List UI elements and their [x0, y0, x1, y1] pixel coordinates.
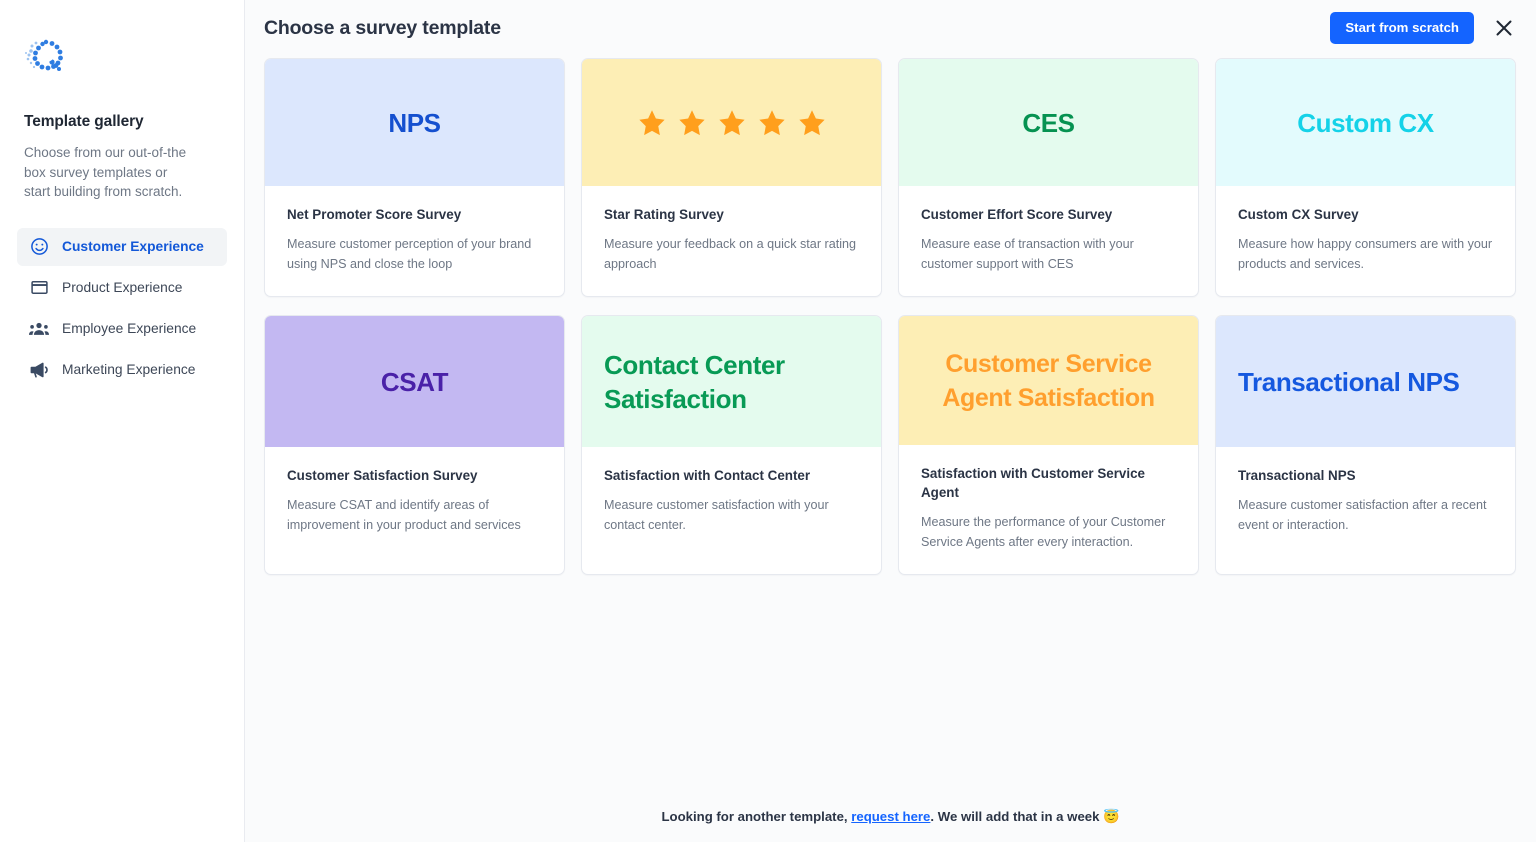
card-body: Net Promoter Score Survey Measure custom… — [265, 186, 564, 296]
halo-emoji: 😇 — [1103, 809, 1120, 824]
card-body: Customer Satisfaction Survey Measure CSA… — [265, 447, 564, 574]
footer-tail-text: . We will add that in a week — [930, 809, 1104, 824]
star-icon — [758, 109, 785, 135]
page-title: Choose a survey template — [264, 16, 501, 39]
smiley-face-icon — [29, 237, 49, 257]
template-card-csat[interactable]: CSAT Customer Satisfaction Survey Measur… — [264, 315, 565, 575]
card-body: Satisfaction with Customer Service Agent… — [899, 445, 1198, 574]
card-banner-text: CES — [1022, 107, 1075, 138]
qualtrics-q-logo — [22, 33, 68, 79]
card-body: Satisfaction with Contact Center Measure… — [582, 447, 881, 574]
sidebar-item-product-experience[interactable]: Product Experience — [17, 269, 227, 307]
star-icon — [798, 109, 825, 135]
card-description: Measure customer perception of your bran… — [287, 237, 532, 271]
card-banner-text: Customer Service Agent Satisfaction — [942, 349, 1155, 412]
template-card-ces[interactable]: CES Customer Effort Score Survey Measure… — [898, 58, 1199, 297]
template-card-transactional-nps[interactable]: Transactional NPS Transactional NPS Meas… — [1215, 315, 1516, 575]
topbar-actions: Start from scratch — [1330, 11, 1518, 45]
card-title: Satisfaction with Customer Service Agent — [921, 466, 1145, 500]
star-icon — [718, 109, 745, 135]
sidebar-item-label: Product Experience — [62, 280, 183, 295]
template-card-customer-service-agent-satisfaction[interactable]: Customer Service Agent Satisfaction Sati… — [898, 315, 1199, 575]
card-banner-text: NPS — [388, 107, 441, 138]
card-title: Star Rating Survey — [604, 207, 724, 222]
card-banner: CSAT — [265, 316, 564, 447]
card-banner: Transactional NPS — [1216, 316, 1515, 447]
sidebar: Template gallery Choose from our out-of-… — [0, 0, 245, 842]
template-card-contact-center-satisfaction[interactable]: Contact Center Satisfaction Satisfaction… — [581, 315, 882, 575]
card-description: Measure how happy consumers are with you… — [1238, 237, 1493, 271]
sidebar-item-marketing-experience[interactable]: Marketing Experience — [17, 351, 227, 389]
card-banner: NPS — [265, 59, 564, 186]
card-banner: Customer Service Agent Satisfaction — [899, 316, 1198, 445]
template-card-star-rating[interactable]: Star Rating Survey Measure your feedback… — [581, 58, 882, 297]
template-gallery-subtitle: Choose from our out-of-the box survey te… — [24, 145, 187, 199]
sidebar-item-label: Marketing Experience — [62, 362, 196, 377]
card-title: Customer Effort Score Survey — [921, 207, 1113, 222]
card-description: Measure your feedback on a quick star ra… — [604, 237, 857, 271]
template-grid-row-1: NPS Net Promoter Score Survey Measure cu… — [245, 56, 1536, 297]
footer-lead-text: Looking for another template, — [661, 809, 852, 824]
card-description: Measure customer satisfaction after a re… — [1238, 498, 1487, 532]
card-banner-text: CSAT — [380, 366, 449, 397]
close-icon[interactable] — [1490, 14, 1518, 42]
card-description: Measure ease of transaction with your cu… — [921, 237, 1134, 271]
card-banner: Contact Center Satisfaction — [582, 316, 881, 447]
template-card-nps[interactable]: NPS Net Promoter Score Survey Measure cu… — [264, 58, 565, 297]
card-body: Custom CX Survey Measure how happy consu… — [1216, 186, 1515, 296]
card-body: Customer Effort Score Survey Measure eas… — [899, 186, 1198, 296]
card-title: Customer Satisfaction Survey — [287, 468, 478, 483]
card-banner — [582, 59, 881, 186]
card-description: Measure CSAT and identify areas of impro… — [287, 498, 521, 532]
card-banner: Custom CX — [1216, 59, 1515, 186]
sidebar-item-customer-experience[interactable]: Customer Experience — [17, 227, 227, 266]
card-description: Measure customer satisfaction with your … — [604, 498, 829, 532]
people-group-icon — [29, 319, 49, 339]
card-banner: CES — [899, 59, 1198, 186]
card-body: Transactional NPS Measure customer satis… — [1216, 447, 1515, 574]
topbar: Choose a survey template Start from scra… — [245, 0, 1536, 56]
card-title: Satisfaction with Contact Center — [604, 468, 811, 483]
main-panel: Choose a survey template Start from scra… — [245, 0, 1536, 842]
card-banner-text: Contact Center Satisfaction — [604, 349, 785, 414]
request-here-link[interactable]: request here — [851, 809, 930, 824]
card-title: Custom CX Survey — [1238, 207, 1359, 222]
star-rating-icons — [604, 108, 859, 138]
template-gallery-heading: Template gallery — [24, 113, 144, 130]
card-banner-text: Custom CX — [1297, 107, 1434, 138]
footer-note: Looking for another template, request he… — [245, 809, 1536, 825]
category-nav: Customer Experience Product Experience E… — [17, 227, 227, 389]
sidebar-item-label: Employee Experience — [62, 321, 197, 336]
template-card-custom-cx[interactable]: Custom CX Custom CX Survey Measure how h… — [1215, 58, 1516, 297]
star-icon — [678, 109, 705, 135]
card-description: Measure the performance of your Customer… — [921, 515, 1166, 549]
template-gallery-app: Template gallery Choose from our out-of-… — [0, 0, 1536, 842]
start-from-scratch-button[interactable]: Start from scratch — [1330, 11, 1474, 45]
star-icon — [638, 109, 665, 135]
template-grid-row-2: CSAT Customer Satisfaction Survey Measur… — [245, 313, 1536, 575]
card-banner-text: Transactional NPS — [1238, 366, 1460, 397]
card-title: Transactional NPS — [1238, 468, 1356, 483]
sidebar-item-employee-experience[interactable]: Employee Experience — [17, 310, 227, 348]
sidebar-item-label: Customer Experience — [62, 239, 204, 254]
card-title: Net Promoter Score Survey — [287, 207, 462, 222]
megaphone-icon — [29, 360, 49, 380]
card-body: Star Rating Survey Measure your feedback… — [582, 186, 881, 296]
browser-window-icon — [29, 278, 49, 298]
